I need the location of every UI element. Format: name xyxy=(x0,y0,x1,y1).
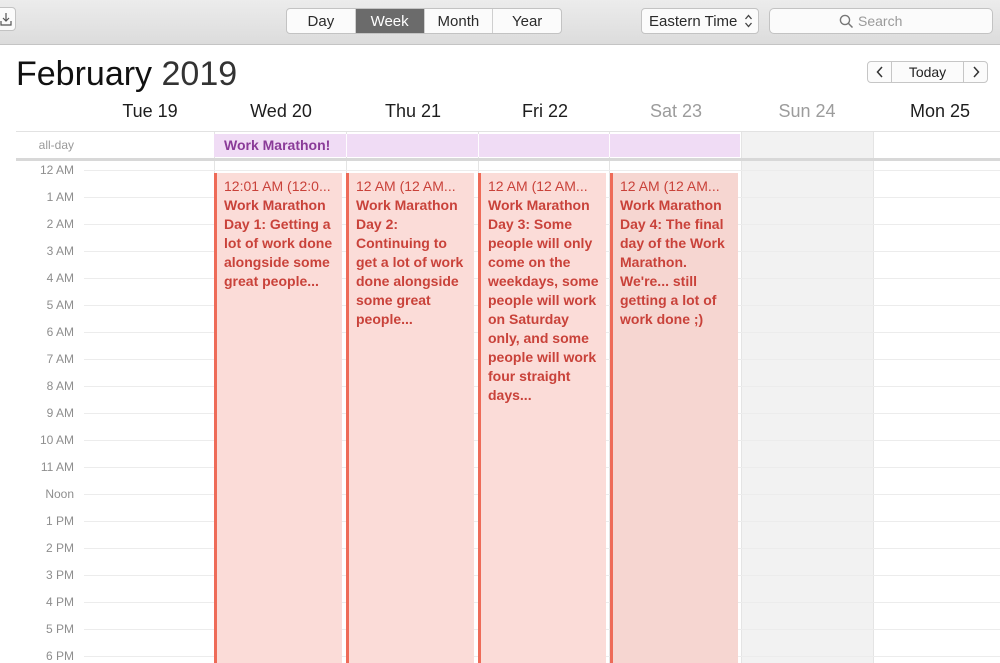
view-segmented-control: Day Week Month Year xyxy=(286,8,562,34)
page-title: February 2019 xyxy=(16,54,237,94)
tab-day[interactable]: Day xyxy=(287,9,355,33)
time-label: 2 PM xyxy=(45,541,74,555)
timezone-select[interactable]: Eastern Time xyxy=(641,8,759,34)
time-label: 6 PM xyxy=(45,649,74,663)
all-day-divider xyxy=(478,134,479,157)
toolbar: Day Week Month Year Eastern Time xyxy=(0,0,1000,45)
time-label: 3 PM xyxy=(45,568,74,582)
time-label: 8 AM xyxy=(46,379,74,393)
search-field[interactable] xyxy=(769,8,993,34)
calendar-event[interactable]: 12:01 AM (12:0... Work Marathon Day 1: G… xyxy=(214,173,342,663)
chevron-up-down-icon xyxy=(745,14,752,28)
tab-week[interactable]: Week xyxy=(354,9,424,33)
chevron-left-icon xyxy=(875,66,883,78)
day-header[interactable]: Sun 24 xyxy=(741,101,873,122)
day-header[interactable]: Sat 23 xyxy=(610,101,742,122)
tab-year[interactable]: Year xyxy=(492,9,561,33)
all-day-event[interactable]: Work Marathon! xyxy=(214,134,740,157)
year-label: 2019 xyxy=(161,55,238,93)
event-time: 12 AM (12 AM... xyxy=(488,178,588,194)
day-header[interactable]: Fri 22 xyxy=(479,101,611,122)
all-day-divider xyxy=(609,134,610,157)
download-icon xyxy=(0,13,12,26)
today-button[interactable]: Today xyxy=(892,61,963,83)
chevron-right-icon xyxy=(972,66,980,78)
time-label: 11 AM xyxy=(40,460,74,474)
hour-line xyxy=(84,170,1000,171)
all-day-label: all-day xyxy=(38,138,74,152)
download-button[interactable] xyxy=(0,7,16,31)
time-label: 12 AM xyxy=(39,163,74,177)
day-header[interactable]: Thu 21 xyxy=(347,101,479,122)
time-label: 5 PM xyxy=(45,622,74,636)
date-navigation: Today xyxy=(867,61,988,83)
time-label: 4 PM xyxy=(45,595,74,609)
time-label: 9 AM xyxy=(46,406,74,420)
event-title: Work Marathon Day 2: Continuing to get a… xyxy=(356,197,464,327)
time-label: 7 AM xyxy=(46,352,74,366)
month-label: February xyxy=(16,55,153,93)
all-day-separator xyxy=(16,158,1000,161)
event-time: 12:01 AM (12:0... xyxy=(224,178,331,194)
day-header[interactable]: Wed 20 xyxy=(215,101,347,122)
day-column-divider xyxy=(873,132,874,663)
event-title: Work Marathon Day 1: Getting a lot of wo… xyxy=(224,197,333,289)
time-label: 3 AM xyxy=(46,244,74,258)
next-week-button[interactable] xyxy=(963,61,988,83)
time-label: 1 PM xyxy=(45,514,74,528)
previous-week-button[interactable] xyxy=(867,61,892,83)
time-label: 2 AM xyxy=(46,217,74,231)
day-header[interactable]: Mon 25 xyxy=(874,101,1000,122)
tab-month[interactable]: Month xyxy=(423,9,493,33)
all-day-divider xyxy=(346,134,347,157)
calendar-event[interactable]: 12 AM (12 AM... Work Marathon Day 3: Som… xyxy=(478,173,606,663)
time-label: 10 AM xyxy=(39,433,74,447)
all-day-event-title: Work Marathon! xyxy=(224,137,331,153)
calendar-event[interactable]: 12 AM (12 AM... Work Marathon Day 4: The… xyxy=(610,173,738,663)
time-label: Noon xyxy=(45,487,74,501)
calendar-event[interactable]: 12 AM (12 AM... Work Marathon Day 2: Con… xyxy=(346,173,474,663)
time-label: 5 AM xyxy=(46,298,74,312)
day-column-divider xyxy=(741,132,742,663)
event-time: 12 AM (12 AM... xyxy=(356,178,456,194)
event-time: 12 AM (12 AM... xyxy=(620,178,720,194)
weekend-shade xyxy=(741,132,873,663)
event-title: Work Marathon Day 3: Some people will on… xyxy=(488,197,599,403)
search-input[interactable] xyxy=(770,9,992,33)
timezone-label: Eastern Time xyxy=(649,12,738,30)
time-label: 1 AM xyxy=(46,190,74,204)
time-label: 6 AM xyxy=(46,325,74,339)
time-label: 4 AM xyxy=(46,271,74,285)
event-title: Work Marathon Day 4: The final day of th… xyxy=(620,197,725,327)
day-header[interactable]: Tue 19 xyxy=(84,101,216,122)
